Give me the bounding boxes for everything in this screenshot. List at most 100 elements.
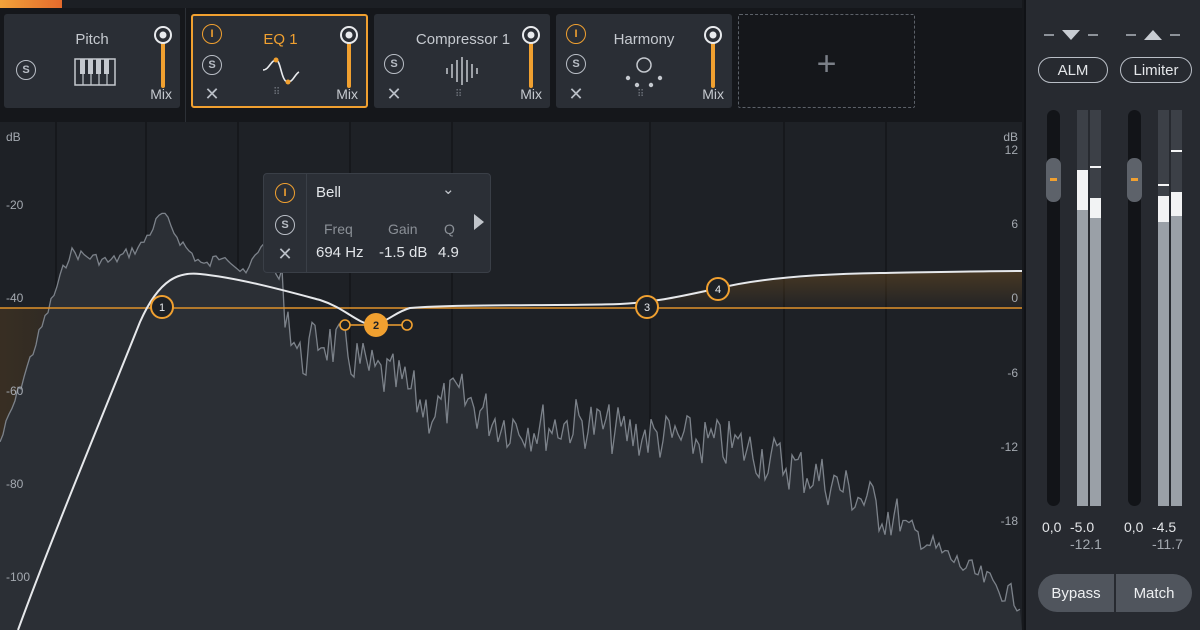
- divider-dash: [1170, 34, 1180, 36]
- band-power-button[interactable]: I: [275, 183, 295, 203]
- q-handle-left[interactable]: [339, 319, 351, 331]
- freq-value[interactable]: 694 Hz: [316, 244, 364, 261]
- popup-divider: [306, 174, 307, 272]
- left-db-tick: -100: [6, 570, 31, 584]
- divider-dash: [1126, 34, 1136, 36]
- right-db-unit: dB: [1003, 130, 1018, 144]
- fader-knob[interactable]: [1127, 158, 1142, 202]
- triangle-down-icon[interactable]: [1062, 30, 1080, 40]
- alm-button[interactable]: ALM: [1038, 57, 1108, 83]
- svg-text:2: 2: [373, 320, 379, 332]
- harmony-remove-button[interactable]: ✕: [566, 84, 586, 104]
- right-db-tick: -12: [1000, 440, 1018, 454]
- module-title: Pitch: [75, 31, 109, 48]
- module-title: EQ 1: [263, 31, 298, 48]
- drag-handle[interactable]: ⠿: [273, 87, 281, 98]
- eq1-remove-button[interactable]: ✕: [202, 84, 222, 104]
- band-solo-button[interactable]: S: [275, 215, 295, 235]
- accent-strip: [0, 0, 62, 8]
- band-remove-button[interactable]: ✕: [275, 244, 295, 264]
- q-handle-right[interactable]: [401, 319, 413, 331]
- svg-text:4: 4: [715, 284, 721, 296]
- svg-text:1: 1: [159, 302, 165, 314]
- mix-label: Mix: [702, 86, 724, 102]
- output-panel: ALM Limiter 0,0 -5.0 -12.1 0,0 -4.5 -11.…: [1024, 0, 1200, 630]
- q-header: Q: [444, 221, 455, 237]
- harmony-power-button[interactable]: I: [566, 24, 586, 44]
- compressor-mix-slider[interactable]: [520, 26, 542, 88]
- module-eq1[interactable]: I S ✕ EQ 1 ⠿ Mix: [191, 14, 368, 108]
- input-rms-readout: -12.1: [1070, 536, 1102, 552]
- left-db-tick: -40: [6, 291, 24, 305]
- gain-header: Gain: [388, 221, 418, 237]
- module-pitch[interactable]: S Pitch Mix: [4, 14, 180, 108]
- gain-value[interactable]: -1.5 dB: [379, 244, 427, 261]
- output-gain-fader[interactable]: [1127, 110, 1142, 506]
- drag-handle[interactable]: ⠿: [455, 89, 463, 100]
- top-bar: [0, 0, 1022, 8]
- harmony-mix-slider[interactable]: [702, 26, 724, 88]
- left-db-unit: dB: [6, 130, 21, 144]
- svg-text:3: 3: [644, 302, 650, 314]
- module-strip: S Pitch Mix I S ✕ EQ 1 ⠿ Mix S ✕ Compres…: [0, 8, 1022, 122]
- mix-label: Mix: [520, 86, 542, 102]
- match-button[interactable]: Match: [1116, 574, 1192, 612]
- left-db-tick: -20: [6, 198, 24, 212]
- eq1-solo-button[interactable]: S: [202, 55, 222, 75]
- add-module-slot[interactable]: +: [738, 14, 915, 108]
- output-rms-readout: -11.7: [1152, 536, 1183, 552]
- input-gain-readout[interactable]: 0,0: [1042, 519, 1061, 535]
- right-db-tick: 0: [1011, 291, 1018, 305]
- piano-icon: [74, 58, 116, 86]
- add-icon: +: [816, 45, 837, 83]
- module-compressor1[interactable]: S ✕ Compressor 1 ⠿ Mix: [374, 14, 550, 108]
- drag-handle[interactable]: ⠿: [637, 89, 645, 100]
- compressor-solo-button[interactable]: S: [384, 54, 404, 74]
- q-value[interactable]: 4.9: [438, 244, 459, 261]
- freq-header: Freq: [324, 221, 353, 237]
- divider-dash: [1044, 34, 1054, 36]
- band-popup: I S ✕ Bell ⌄ Freq Gain Q 694 Hz -1.5 dB …: [263, 173, 491, 273]
- eq1-power-button[interactable]: I: [202, 24, 222, 44]
- chevron-down-icon[interactable]: ⌄: [442, 180, 455, 198]
- compressor-remove-button[interactable]: ✕: [384, 84, 404, 104]
- meter-right: [1090, 110, 1101, 506]
- eq-node-3[interactable]: 3: [635, 295, 659, 319]
- module-divider: [185, 8, 186, 122]
- right-db-tick: -6: [1007, 366, 1018, 380]
- fader-knob[interactable]: [1046, 158, 1061, 202]
- pitch-mix-slider[interactable]: [152, 26, 174, 88]
- output-gain-readout[interactable]: 0,0: [1124, 519, 1143, 535]
- eq-node-4[interactable]: 4: [706, 277, 730, 301]
- input-peak-readout: -5.0: [1070, 519, 1095, 535]
- meter-left: [1158, 110, 1169, 506]
- eq1-mix-slider[interactable]: [338, 26, 360, 88]
- band-type-select[interactable]: Bell: [316, 184, 341, 201]
- app-window: S Pitch Mix I S ✕ EQ 1 ⠿ Mix S ✕ Compres…: [0, 0, 1200, 630]
- eq-node-2[interactable]: 2: [364, 313, 388, 337]
- pitch-solo-button[interactable]: S: [16, 60, 36, 80]
- divider-dash: [1088, 34, 1098, 36]
- right-db-tick: 12: [1004, 143, 1018, 157]
- input-gain-fader[interactable]: [1046, 110, 1061, 506]
- expand-arrow-icon[interactable]: [474, 214, 484, 230]
- triangle-up-icon[interactable]: [1144, 30, 1162, 40]
- meter-right: [1171, 110, 1182, 506]
- waveform-icon: [446, 57, 478, 85]
- left-db-tick: -80: [6, 477, 24, 491]
- eq-display[interactable]: 1 2 3 4 dB -20 -40 -60 -80 -100 dB 12 6 …: [0, 122, 1022, 630]
- eq-graph[interactable]: 1 2 3 4: [0, 122, 1022, 630]
- right-db-tick: -18: [1000, 514, 1018, 528]
- mix-label: Mix: [336, 86, 358, 102]
- limiter-button[interactable]: Limiter: [1120, 57, 1192, 83]
- module-title: Harmony: [613, 31, 675, 48]
- module-title: Compressor 1: [415, 31, 511, 48]
- harmony-solo-button[interactable]: S: [566, 54, 586, 74]
- bypass-button[interactable]: Bypass: [1038, 574, 1114, 612]
- harmony-voices-icon: [625, 57, 663, 88]
- left-db-tick: -60: [6, 384, 24, 398]
- module-harmony[interactable]: I S ✕ Harmony ⠿ Mix: [556, 14, 732, 108]
- right-db-tick: 6: [1011, 217, 1018, 231]
- mix-label: Mix: [150, 86, 172, 102]
- eq-node-1[interactable]: 1: [150, 295, 174, 319]
